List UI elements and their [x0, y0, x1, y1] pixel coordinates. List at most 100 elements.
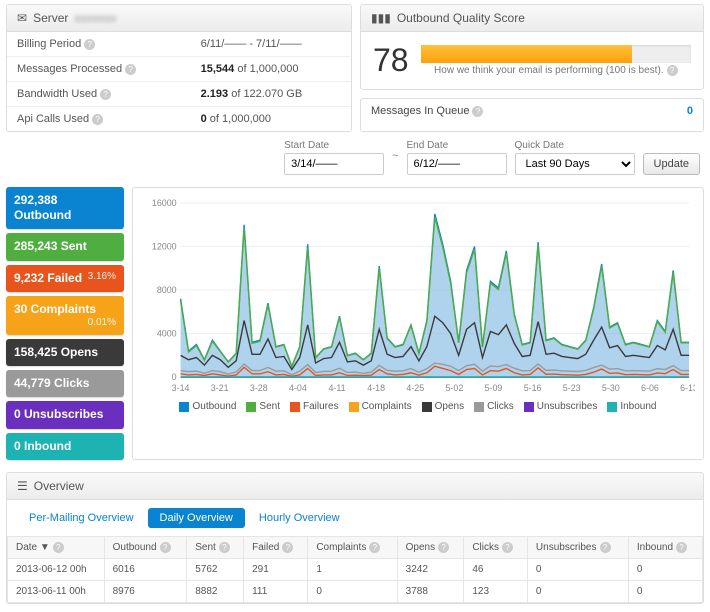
svg-text:4-18: 4-18	[367, 383, 385, 393]
cell: 0	[308, 580, 397, 602]
stat-failed[interactable]: 9,232 Failed3.16%	[6, 265, 124, 292]
stat-value: 2.193 of 122.070 GB	[191, 82, 351, 107]
update-button[interactable]: Update	[643, 153, 700, 175]
help-icon[interactable]: ?	[502, 542, 513, 553]
help-icon[interactable]: ?	[438, 542, 449, 553]
server-name-redacted: xxxxxxx	[74, 11, 116, 25]
tab-per-mailing-overview[interactable]: Per-Mailing Overview	[17, 508, 146, 528]
stat-label: Bandwidth Used?	[7, 82, 191, 107]
server-header: ✉ Server xxxxxxx	[7, 5, 351, 32]
cell: 0	[628, 580, 702, 602]
help-icon[interactable]: ?	[84, 39, 95, 50]
svg-text:5-23: 5-23	[563, 383, 581, 393]
stat-opens[interactable]: 158,425 Opens	[6, 339, 124, 366]
svg-text:5-09: 5-09	[485, 383, 503, 393]
svg-text:5-30: 5-30	[602, 383, 620, 393]
col-header[interactable]: Inbound?	[628, 536, 702, 558]
queue-panel: Messages In Queue? 0	[360, 98, 704, 132]
col-header[interactable]: Sent?	[187, 536, 244, 558]
server-panel: ✉ Server xxxxxxx Billing Period?6/11/—— …	[6, 4, 352, 132]
chart-legend: Outbound Sent Failures Complaints Opens Click…	[141, 401, 695, 412]
stat-label: Billing Period?	[7, 32, 191, 57]
help-icon[interactable]: ?	[369, 542, 380, 553]
list-icon: ☰	[17, 479, 28, 493]
col-header[interactable]: Unsubscribes?	[527, 536, 628, 558]
help-icon[interactable]: ?	[53, 542, 64, 553]
svg-text:3-21: 3-21	[211, 383, 229, 393]
start-date-input[interactable]	[284, 153, 384, 175]
stat-sent[interactable]: 285,243 Sent	[6, 233, 124, 260]
tab-daily-overview[interactable]: Daily Overview	[148, 508, 245, 528]
stat-unsubscribes[interactable]: 0 Unsubscribes	[6, 401, 124, 428]
cell: 123	[464, 580, 528, 602]
help-icon[interactable]: ?	[92, 114, 103, 125]
quality-header: ▮▮▮ Outbound Quality Score	[361, 5, 703, 32]
overview-title: Overview	[34, 479, 84, 493]
help-icon[interactable]: ?	[600, 542, 611, 553]
end-date-input[interactable]	[407, 153, 507, 175]
legend-item[interactable]: Sent	[246, 401, 280, 412]
help-icon[interactable]: ?	[472, 106, 483, 117]
help-icon[interactable]: ?	[219, 542, 230, 553]
svg-text:4-04: 4-04	[289, 383, 307, 393]
cell: 0	[527, 580, 628, 602]
overview-table: Date ▼?Outbound?Sent?Failed?Complaints?O…	[7, 536, 703, 603]
help-icon[interactable]: ?	[160, 542, 171, 553]
quick-date-label: Quick Date	[515, 140, 635, 151]
server-title: Server	[33, 11, 68, 25]
cell: 111	[244, 580, 308, 602]
legend-item[interactable]: Clicks	[474, 401, 514, 412]
help-icon[interactable]: ?	[676, 542, 687, 553]
svg-text:8000: 8000	[157, 285, 177, 295]
stat-value: 0 of 1,000,000	[191, 107, 351, 132]
legend-item[interactable]: Unsubscribes	[524, 401, 598, 412]
help-icon[interactable]: ?	[100, 89, 111, 100]
start-date-label: Start Date	[284, 140, 384, 151]
stats-sidebar: 292,388 Outbound 285,243 Sent 9,232 Failed…	[6, 187, 124, 460]
mail-icon: ✉	[17, 11, 27, 25]
overview-panel: ☰ Overview Per-Mailing OverviewDaily Ove…	[6, 472, 704, 604]
col-header[interactable]: Complaints?	[308, 536, 397, 558]
help-icon[interactable]: ?	[667, 65, 678, 76]
stat-label: Messages Processed?	[7, 57, 191, 82]
tab-hourly-overview[interactable]: Hourly Overview	[247, 508, 352, 528]
quality-bar	[421, 45, 691, 63]
quality-score: 78	[373, 42, 409, 79]
col-header[interactable]: Outbound?	[104, 536, 187, 558]
end-date-label: End Date	[407, 140, 507, 151]
help-icon[interactable]: ?	[282, 542, 293, 553]
legend-item[interactable]: Failures	[290, 401, 339, 412]
legend-item[interactable]: Opens	[422, 401, 464, 412]
col-header[interactable]: Date ▼?	[8, 536, 105, 558]
tilde: ~	[392, 150, 398, 166]
quick-date-select[interactable]: Last 90 Days	[515, 153, 635, 175]
legend-item[interactable]: Complaints	[349, 401, 412, 412]
cell: 8976	[104, 580, 187, 602]
svg-text:4-11: 4-11	[328, 383, 345, 393]
stat-value: 15,544 of 1,000,000	[191, 57, 351, 82]
svg-text:4-25: 4-25	[406, 383, 424, 393]
stat-complaints[interactable]: 30 Complaints0.01%	[6, 296, 124, 335]
col-header[interactable]: Clicks?	[464, 536, 528, 558]
svg-text:0: 0	[172, 372, 177, 382]
cell: 8882	[187, 580, 244, 602]
chart-svg: 04000800012000160003-143-213-284-044-114…	[141, 196, 695, 396]
help-icon[interactable]: ?	[125, 64, 136, 75]
svg-text:5-02: 5-02	[445, 383, 463, 393]
legend-item[interactable]: Inbound	[607, 401, 656, 412]
stat-label: Api Calls Used?	[7, 107, 191, 132]
quality-caption: How we think your email is performing (1…	[434, 65, 664, 76]
col-header[interactable]: Failed?	[244, 536, 308, 558]
overview-header: ☰ Overview	[7, 473, 703, 500]
svg-text:3-28: 3-28	[250, 383, 268, 393]
svg-text:5-16: 5-16	[524, 383, 542, 393]
cell: 2013-06-11 00h	[8, 580, 105, 602]
stat-outbound[interactable]: 292,388 Outbound	[6, 187, 124, 229]
col-header[interactable]: Opens?	[397, 536, 464, 558]
stat-clicks[interactable]: 44,779 Clicks	[6, 370, 124, 397]
svg-text:16000: 16000	[152, 198, 177, 208]
stat-inbound[interactable]: 0 Inbound	[6, 433, 124, 460]
legend-item[interactable]: Outbound	[179, 401, 236, 412]
bars-icon: ▮▮▮	[371, 11, 391, 25]
server-stats-table: Billing Period?6/11/—— - 7/11/——Messages…	[7, 32, 351, 131]
